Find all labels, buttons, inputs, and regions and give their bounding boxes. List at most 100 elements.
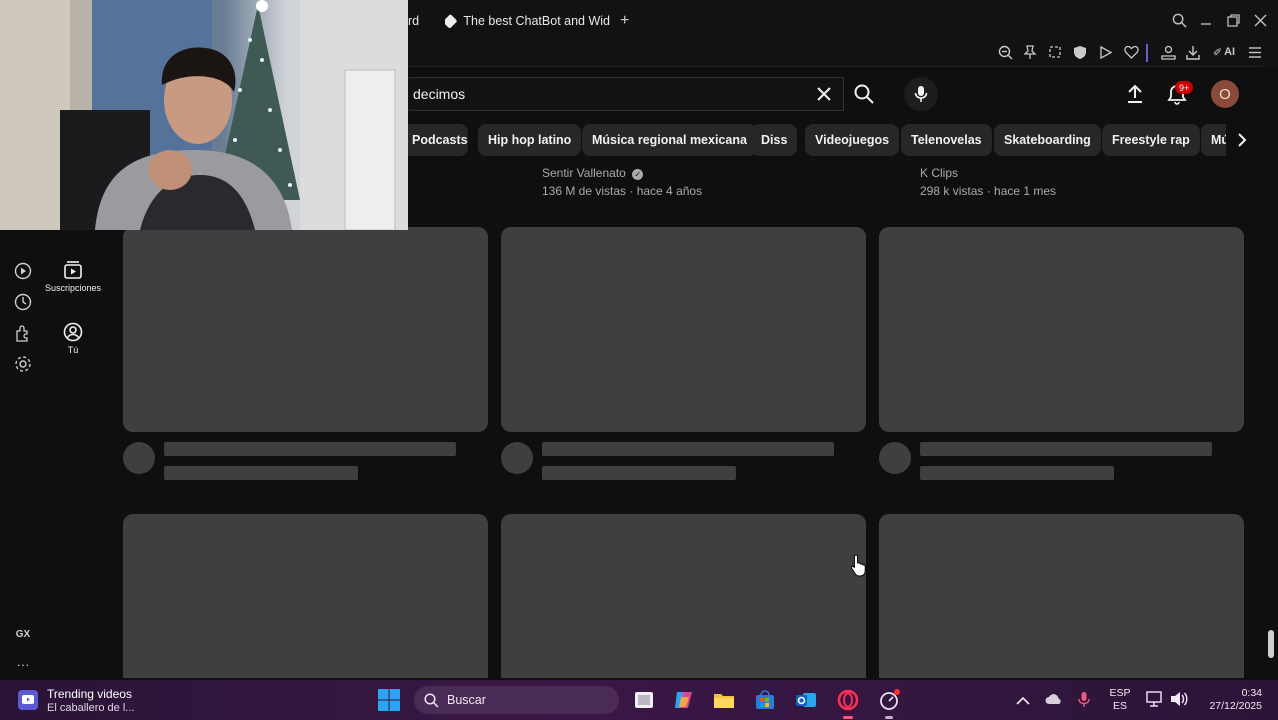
volume-icon[interactable] bbox=[1170, 691, 1188, 712]
wallet-icon[interactable] bbox=[1159, 43, 1177, 61]
onedrive-cloud-icon[interactable] bbox=[1045, 692, 1063, 710]
verified-icon: ✓ bbox=[632, 169, 644, 180]
search-icon bbox=[424, 692, 439, 708]
channel-name: K Clips bbox=[920, 166, 959, 180]
show-hidden-icons-chevron-icon[interactable] bbox=[1016, 693, 1030, 711]
chip-diss[interactable]: Diss bbox=[751, 124, 798, 156]
chip-videojuegos[interactable]: Videojuegos bbox=[805, 124, 900, 156]
video-thumbnail-placeholder[interactable] bbox=[879, 227, 1244, 432]
chevron-right-icon bbox=[1238, 133, 1247, 147]
opera-gx-icon[interactable] bbox=[836, 688, 860, 712]
hand-cursor-icon bbox=[850, 553, 868, 577]
channel-avatar-placeholder bbox=[501, 442, 533, 474]
file-explorer-icon[interactable] bbox=[712, 688, 736, 712]
widget-title[interactable]: Trending videos bbox=[47, 687, 132, 701]
chip-podcasts[interactable]: Podcasts bbox=[408, 124, 468, 156]
upload-icon bbox=[1128, 84, 1142, 103]
guide-item-you[interactable]: Tú bbox=[40, 322, 106, 355]
page-scrollbar[interactable] bbox=[1263, 66, 1278, 678]
title-placeholder bbox=[920, 442, 1212, 456]
heart-icon[interactable] bbox=[1122, 43, 1140, 61]
search-field[interactable]: decimos bbox=[396, 77, 844, 111]
tab-search-icon[interactable] bbox=[1170, 11, 1188, 29]
tab-label: rd bbox=[408, 14, 420, 28]
clear-search-icon[interactable] bbox=[813, 83, 835, 105]
chip-hip-hop-latino[interactable]: Hip hop latino bbox=[478, 124, 582, 156]
video-thumbnail-placeholder[interactable] bbox=[501, 514, 866, 678]
widgets-icon[interactable] bbox=[18, 690, 38, 710]
taskbar-search-placeholder: Buscar bbox=[447, 693, 486, 707]
network-icon[interactable] bbox=[1146, 691, 1164, 712]
account-avatar[interactable]: O bbox=[1211, 80, 1239, 108]
chip-musica-regional-mexicana[interactable]: Música regional mexicana bbox=[582, 124, 757, 156]
easy-setup-icon[interactable] bbox=[1246, 43, 1264, 61]
video-stats: 136 M de vistas · hace 4 años bbox=[542, 184, 703, 198]
play-icon[interactable] bbox=[1096, 43, 1114, 61]
video-channel[interactable]: Sentir Vallenato ✓ bbox=[542, 166, 644, 180]
guide-item-label: Suscripciones bbox=[44, 283, 102, 293]
clock[interactable]: 0:34 27/12/2025 bbox=[1196, 687, 1266, 713]
scrollbar-thumb[interactable] bbox=[1268, 630, 1274, 658]
windows-taskbar: Trending videos El caballero de l... Bus… bbox=[0, 680, 1278, 720]
gx-label[interactable]: GX bbox=[13, 624, 33, 644]
outlook-icon[interactable] bbox=[794, 688, 818, 712]
player-icon[interactable] bbox=[13, 261, 33, 281]
pin-icon[interactable] bbox=[1021, 43, 1039, 61]
clock-date: 27/12/2025 bbox=[1209, 700, 1262, 712]
meta-placeholder bbox=[542, 466, 736, 480]
copilot-icon[interactable] bbox=[672, 688, 696, 712]
chips-next-button[interactable] bbox=[1226, 124, 1258, 156]
settings-gear-icon[interactable] bbox=[13, 354, 33, 374]
video-channel[interactable]: K Clips bbox=[920, 166, 958, 180]
video-thumbnail-placeholder[interactable] bbox=[123, 514, 488, 678]
new-tab-button[interactable]: + bbox=[620, 8, 636, 34]
more-options-icon[interactable]: ··· bbox=[13, 654, 33, 674]
minimize-icon[interactable] bbox=[1197, 11, 1215, 29]
maximize-icon[interactable] bbox=[1224, 11, 1242, 29]
chatbot-favicon-icon bbox=[445, 13, 458, 29]
video-stats: 298 k vistas · hace 1 mes bbox=[920, 184, 1057, 198]
ai-button[interactable]: ✐ AI bbox=[1209, 43, 1239, 61]
video-thumbnail-placeholder[interactable] bbox=[879, 514, 1244, 678]
widget-subtitle[interactable]: El caballero de l... bbox=[47, 702, 134, 714]
taskbar-search-box[interactable]: Buscar bbox=[414, 686, 619, 714]
channel-avatar-placeholder bbox=[879, 442, 911, 474]
language-code: ESP bbox=[1109, 687, 1131, 699]
snapshot-icon[interactable] bbox=[1046, 43, 1064, 61]
windows-start-icon[interactable] bbox=[377, 688, 401, 712]
subscriptions-icon bbox=[64, 261, 82, 279]
tab-partial[interactable]: rd bbox=[408, 8, 438, 34]
active-app-indicator bbox=[843, 716, 853, 719]
shield-icon[interactable] bbox=[1071, 43, 1089, 61]
webcam-overlay bbox=[0, 0, 408, 230]
streamer-webcam-image bbox=[0, 0, 408, 230]
microsoft-store-icon[interactable] bbox=[753, 688, 777, 712]
meta-placeholder bbox=[920, 466, 1114, 480]
chip-freestyle-rap[interactable]: Freestyle rap bbox=[1102, 124, 1200, 156]
keyboard-layout: ES bbox=[1112, 700, 1127, 712]
clock-time: 0:34 bbox=[1241, 687, 1262, 699]
download-icon[interactable] bbox=[1184, 43, 1202, 61]
voice-search-button[interactable] bbox=[904, 77, 938, 111]
chip-skateboarding[interactable]: Skateboarding bbox=[994, 124, 1101, 156]
search-query[interactable]: decimos bbox=[413, 86, 465, 102]
tab-chatbot[interactable]: The best ChatBot and Wid bbox=[445, 8, 610, 34]
microphone-tray-icon[interactable] bbox=[1078, 691, 1090, 714]
upload-button[interactable] bbox=[1122, 81, 1148, 107]
search-button[interactable] bbox=[844, 77, 884, 111]
filter-chip-bar: Podcasts Hip hop latino Música regional … bbox=[408, 124, 1258, 156]
video-thumbnail-placeholder[interactable] bbox=[123, 227, 488, 432]
video-thumbnail-placeholder[interactable] bbox=[501, 227, 866, 432]
language-indicator[interactable]: ESP ES bbox=[1106, 687, 1134, 713]
toolbar-divider bbox=[1146, 44, 1148, 62]
extensions-icon[interactable] bbox=[13, 323, 33, 343]
close-window-icon[interactable] bbox=[1251, 11, 1269, 29]
guide-item-label: Tú bbox=[67, 345, 79, 355]
history-icon[interactable] bbox=[13, 292, 33, 312]
guide-item-subscriptions[interactable]: Suscripciones bbox=[40, 260, 106, 293]
chip-telenovelas[interactable]: Telenovelas bbox=[901, 124, 992, 156]
tab-label: The best ChatBot and Wid bbox=[463, 14, 610, 28]
zoom-out-icon[interactable] bbox=[996, 43, 1014, 61]
task-view-icon[interactable] bbox=[632, 688, 656, 712]
speedtest-icon[interactable] bbox=[877, 688, 901, 712]
